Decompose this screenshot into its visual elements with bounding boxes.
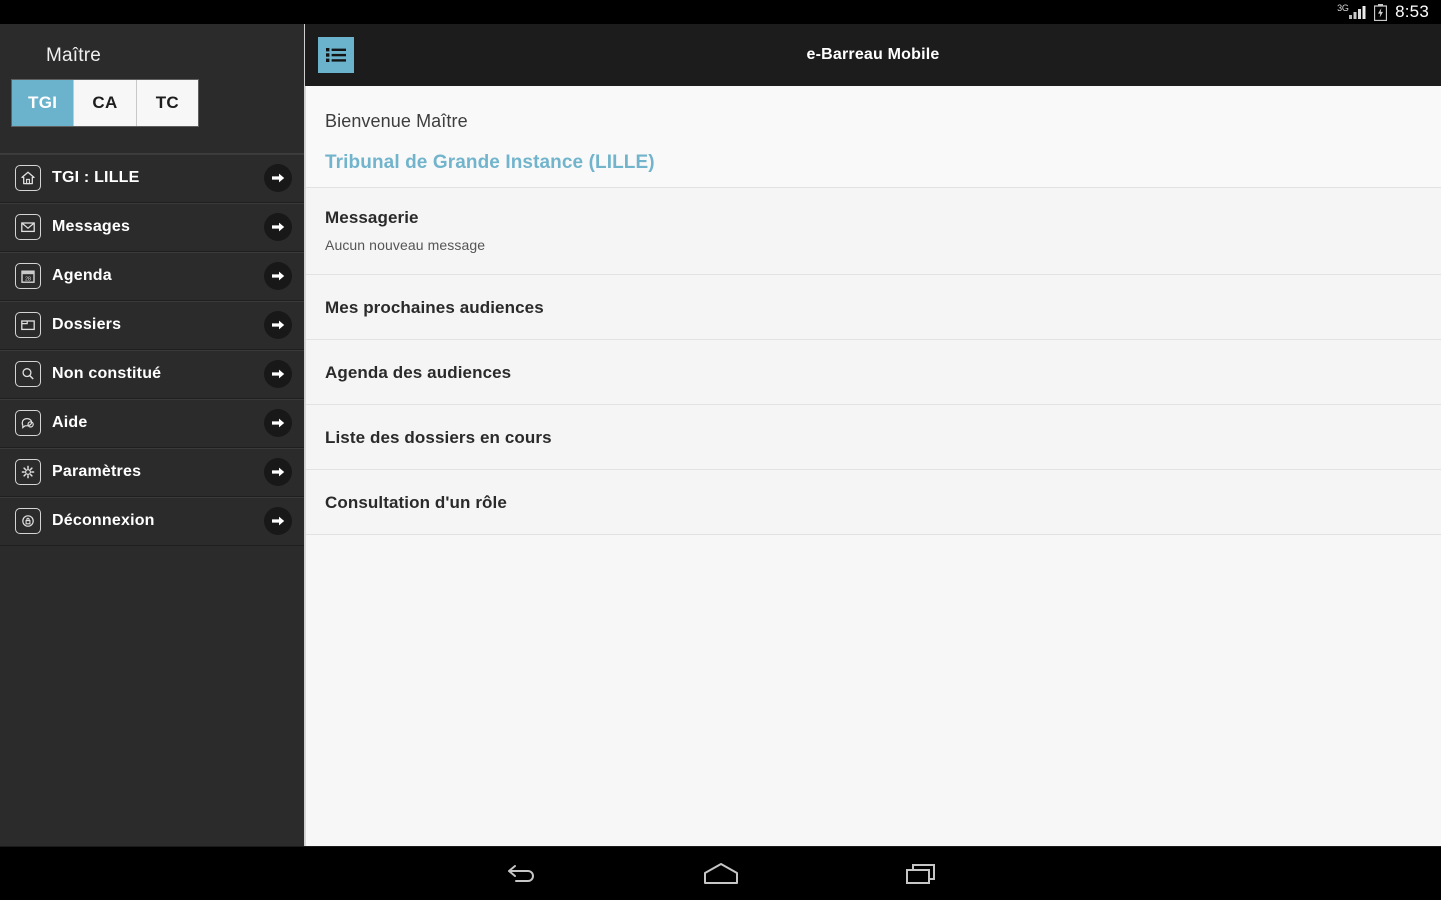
sidebar-item-dossiers[interactable]: Dossiers — [0, 301, 304, 350]
logout-lock-icon — [15, 508, 41, 534]
list-item-title: Messagerie — [325, 208, 419, 227]
sidebar-item-label: Non constitué — [52, 365, 162, 382]
home-icon — [15, 165, 41, 191]
network-type-label: 3G — [1337, 3, 1349, 13]
arrow-right-icon[interactable] — [264, 409, 292, 437]
envelope-icon — [15, 214, 41, 240]
court-link[interactable]: Tribunal de Grande Instance (LILLE) — [325, 153, 655, 172]
app-bar: e-Barreau Mobile — [305, 24, 1441, 86]
sidebar-item-label: Agenda — [52, 267, 112, 284]
device-screen: 3G 8:53 Maître TGI CA TC TGI: LILLE Mes… — [0, 0, 1441, 900]
list-item-consultation-role[interactable]: Consultation d'un rôle — [306, 469, 1441, 534]
battery-icon — [1374, 3, 1388, 21]
sidebar-item-label: Paramètres — [52, 463, 142, 480]
sidebar-item-label: Aide — [52, 414, 88, 431]
arrow-right-icon[interactable] — [264, 164, 292, 192]
list-item-title: Agenda des audiences — [325, 362, 512, 382]
drawer-header: Maître — [0, 24, 304, 65]
system-navigation-bar — [0, 846, 1441, 900]
recent-apps-icon[interactable] — [891, 854, 951, 894]
arrow-right-icon[interactable] — [264, 458, 292, 486]
svg-text:28: 28 — [25, 276, 31, 282]
jurisdiction-tab-tc[interactable]: TC — [136, 80, 198, 126]
signal-bars-icon: 3G — [1337, 4, 1368, 20]
arrow-right-icon[interactable] — [264, 311, 292, 339]
arrow-right-icon[interactable] — [264, 262, 292, 290]
list-item-title: Consultation d'un rôle — [325, 492, 507, 512]
home-pentagon-icon[interactable] — [691, 854, 751, 894]
arrow-right-icon[interactable] — [264, 507, 292, 535]
calendar-icon: 28 — [15, 263, 41, 289]
arrow-right-icon[interactable] — [264, 360, 292, 388]
user-name-label: Maître — [46, 45, 102, 66]
gear-icon — [15, 459, 41, 485]
list-empty-area — [306, 534, 1441, 846]
sidebar-item-label: Dossiers — [52, 316, 122, 333]
jurisdiction-tab-tgi[interactable]: TGI — [12, 80, 75, 126]
list-item-dossiers-en-cours[interactable]: Liste des dossiers en cours — [306, 404, 1441, 469]
app-title: e-Barreau Mobile — [806, 46, 940, 63]
sidebar-item-label: TGI : LILLE — [52, 169, 140, 186]
list-item-subtitle: Aucun nouveau message — [325, 237, 486, 253]
sidebar-item-label: Déconnexion — [52, 512, 155, 529]
magnifier-icon — [15, 361, 41, 387]
back-arrow-icon[interactable] — [491, 854, 551, 894]
status-bar: 3G 8:53 — [0, 0, 1441, 24]
sidebar-item-agenda[interactable]: 28 Agenda — [0, 252, 304, 301]
help-bubble-icon — [15, 410, 41, 436]
sidebar-item-label: Messages — [52, 218, 131, 235]
sidebar-item-non-constitue[interactable]: Non constitué — [0, 350, 304, 399]
list-item-agenda-audiences[interactable]: Agenda des audiences — [306, 339, 1441, 404]
welcome-message: Bienvenue Maître — [325, 111, 468, 131]
jurisdiction-tab-ca[interactable]: CA — [74, 80, 137, 126]
list-menu-icon[interactable] — [318, 37, 354, 73]
sidebar-item-parametres[interactable]: Paramètres — [0, 448, 304, 497]
navigation-drawer: Maître TGI CA TC TGI : LILLE Messages 28… — [0, 24, 305, 846]
drawer-menu-list: TGI : LILLE Messages 28 Agenda Dossiers … — [0, 153, 304, 546]
sidebar-item-messages[interactable]: Messages — [0, 203, 304, 252]
sidebar-item-deconnexion[interactable]: Déconnexion — [0, 497, 304, 546]
arrow-right-icon[interactable] — [264, 213, 292, 241]
list-item-prochaines-audiences[interactable]: Mes prochaines audiences — [306, 274, 1441, 339]
status-bar-clock: 8:53 — [1395, 2, 1429, 21]
list-item-messagerie[interactable]: Messagerie Aucun nouveau message — [306, 187, 1441, 274]
folder-icon — [15, 312, 41, 338]
sidebar-item-tgi-lille[interactable]: TGI : LILLE — [0, 154, 304, 203]
sidebar-item-aide[interactable]: Aide — [0, 399, 304, 448]
jurisdiction-segmented-control[interactable]: TGI CA TC — [11, 79, 199, 127]
list-item-title: Mes prochaines audiences — [325, 297, 544, 317]
list-item-title: Liste des dossiers en cours — [325, 427, 552, 447]
main-content: Bienvenue Maître Tribunal de Grande Inst… — [305, 86, 1441, 846]
welcome-block: Bienvenue Maître Tribunal de Grande Inst… — [306, 86, 1441, 187]
